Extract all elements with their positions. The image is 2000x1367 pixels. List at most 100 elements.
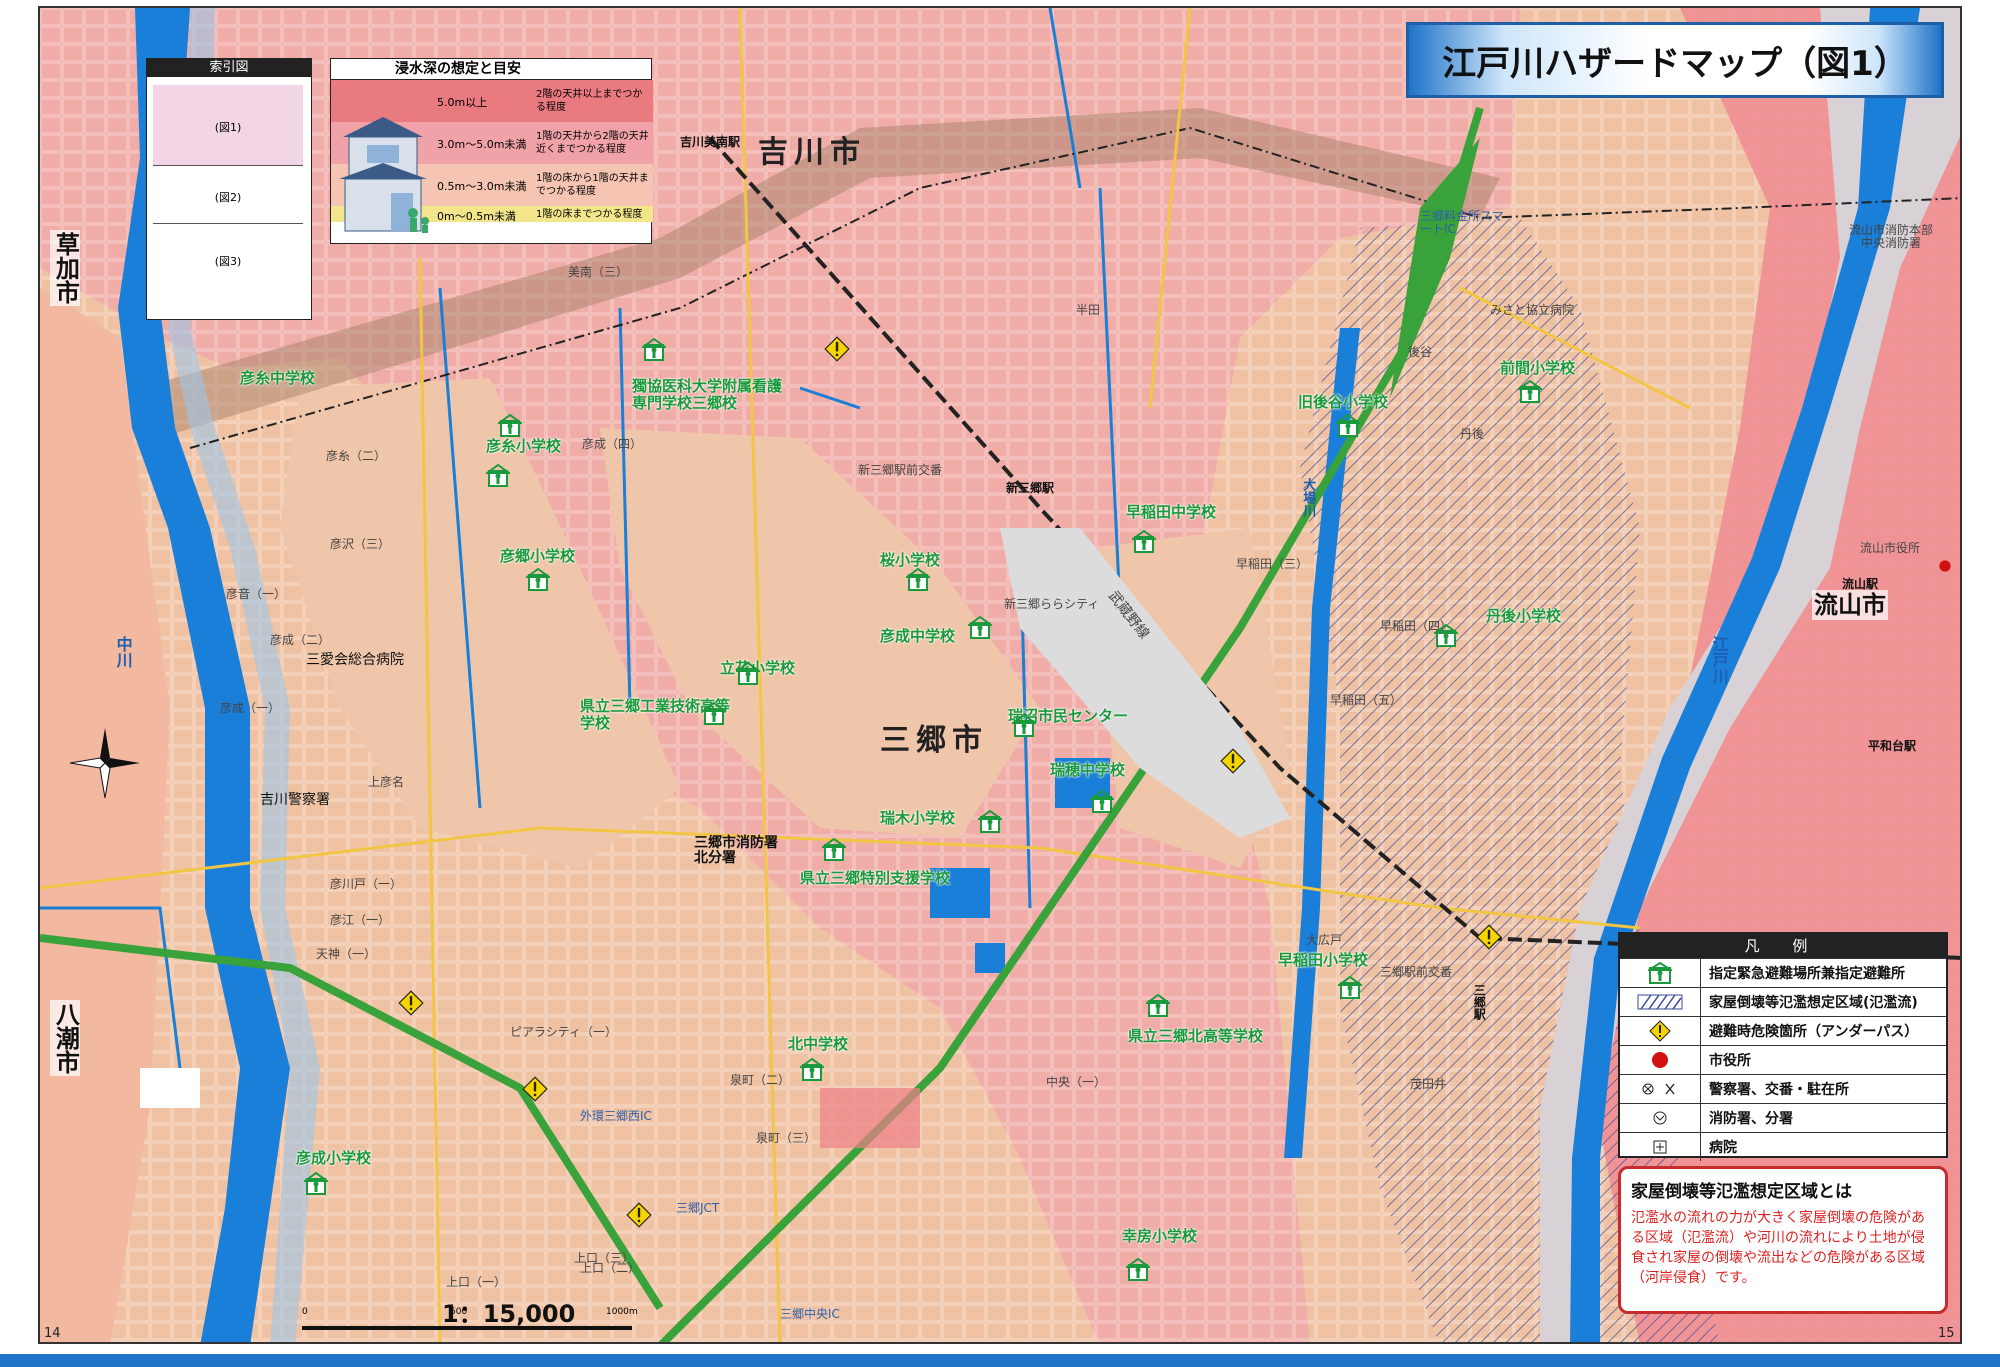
index-map[interactable]: 索引図 (図1) (図2) (図3)	[146, 58, 312, 320]
hatch-icon	[1620, 988, 1701, 1016]
misato-jct-label[interactable]: 三郷JCT	[676, 1201, 719, 1215]
town-label: 丹後	[1460, 427, 1485, 441]
index-cell-3[interactable]: (図3)	[153, 253, 303, 269]
town-label: 美南（三）	[568, 265, 629, 279]
school-label[interactable]: 彦郷小学校	[500, 548, 575, 565]
koban-shinmisato-label[interactable]: 新三郷駅前交番	[858, 463, 942, 477]
town-label: 彦江（一）	[330, 913, 391, 927]
town-label: 彦沢（三）	[330, 537, 391, 551]
town-label: 早稲田（三）	[1236, 557, 1309, 571]
shelter-icon[interactable]	[1123, 1257, 1153, 1286]
scale-bar	[302, 1326, 632, 1330]
warning-icon[interactable]	[626, 1202, 652, 1232]
shelter-icon[interactable]	[699, 701, 729, 730]
station-heiwadai[interactable]: 平和台駅	[1868, 739, 1916, 753]
scale-tick-500: 500	[450, 1307, 468, 1317]
depth-range: 0.5m～3.0m未満	[437, 180, 527, 193]
shelter-icon[interactable]	[483, 463, 513, 492]
town-label: 彦川戸（一）	[330, 877, 403, 891]
info-text: 氾濫水の流れの力が大きく家屋倒壊の危険がある区域（氾濫流）や河川の流れにより土地…	[1631, 1210, 1925, 1286]
warning-icon[interactable]	[1476, 924, 1502, 954]
school-label[interactable]: 幸房小学校	[1122, 1228, 1197, 1245]
nagareyama-city-hall-label[interactable]: 流山市役所	[1860, 541, 1920, 555]
school-label[interactable]: 早稲田中学校	[1126, 504, 1216, 521]
school-label[interactable]: 丹後小学校	[1486, 608, 1561, 625]
smart-ic-label[interactable]: 三郷料金所スマートIC	[1420, 209, 1510, 236]
shelter-icon[interactable]	[301, 1171, 331, 1200]
hospital-label[interactable]: 三愛会総合病院	[306, 652, 404, 668]
town-label: 新三郷ららシティ	[1004, 597, 1100, 611]
warning-icon[interactable]	[522, 1076, 548, 1106]
school-label[interactable]: 県立三郷北高等学校	[1128, 1028, 1263, 1045]
school-label[interactable]: 県立三郷特別支援学校	[800, 870, 950, 887]
school-label[interactable]: 彦糸小学校	[486, 438, 561, 455]
shelter-icon[interactable]	[1335, 975, 1365, 1004]
town-label: 天神（一）	[316, 947, 377, 961]
index-divider-2	[153, 223, 303, 224]
shelter-icon[interactable]	[1143, 993, 1173, 1022]
hazard-map-page: 吉川市 三郷市 流山市 草加市 八潮市 中川 江戸川 大場川 吉川美南駅 新三郷…	[0, 0, 2000, 1367]
index-cell-2[interactable]: (図2)	[153, 189, 303, 205]
warning-icon[interactable]	[398, 990, 424, 1020]
station-yoshikawa-minami[interactable]: 吉川美南駅	[680, 135, 740, 149]
shelter-icon[interactable]	[639, 337, 669, 366]
school-label[interactable]: 瑞穂中学校	[1050, 762, 1125, 779]
shelter-icon[interactable]	[903, 567, 933, 596]
pond-c	[975, 943, 1005, 973]
index-cell-1[interactable]: (図1)	[153, 119, 303, 135]
depth-range: 5.0m以上	[437, 96, 488, 109]
warning-icon[interactable]	[824, 336, 850, 366]
station-misato[interactable]: 三郷駅	[1472, 984, 1486, 1020]
bottom-bar	[0, 1354, 2000, 1367]
nagareyama-fire-hq-label[interactable]: 流山市消防本部 中央消防署	[1846, 223, 1936, 250]
town-label: 大広戸	[1306, 933, 1343, 947]
flood-depth-legend: 浸水深の想定と目安 5.0m以上 2階の天井以上までつかる程度 3.0m～5.0m未…	[330, 58, 653, 244]
school-label[interactable]: 前間小学校	[1500, 360, 1575, 377]
fire-station-label[interactable]: 三郷市消防署 北分署	[694, 835, 784, 867]
school-label[interactable]: 瑞木小学校	[880, 810, 955, 827]
school-label[interactable]: 旧後谷小学校	[1298, 394, 1388, 411]
ic-chuo-label[interactable]: 三郷中央IC	[780, 1307, 840, 1321]
edo-river-label: 江戸川	[1709, 636, 1729, 684]
school-label[interactable]: 獨協医科大学附属看護専門学校三郷校	[632, 378, 792, 411]
school-label[interactable]: 彦糸中学校	[240, 370, 315, 387]
station-shin-misato[interactable]: 新三郷駅	[1006, 481, 1054, 495]
station-nagareyama[interactable]: 流山駅	[1842, 577, 1878, 591]
flood-depth-title: 浸水深の想定と目安	[331, 59, 651, 80]
town-label: 上彦名	[368, 775, 405, 789]
shelter-icon[interactable]	[1431, 623, 1461, 652]
koban-misato-label[interactable]: 三郷駅前交番	[1380, 965, 1452, 979]
shelter-icon[interactable]	[1009, 713, 1039, 742]
shelter-icon[interactable]	[1515, 379, 1545, 408]
school-label[interactable]: 彦成中学校	[880, 628, 955, 645]
fire-station-icon	[1620, 1104, 1701, 1132]
legend-label: 避難時危険箇所（アンダーパス）	[1709, 1024, 1919, 1040]
city-label-misato: 三郷市	[880, 723, 988, 758]
shelter-icon[interactable]	[1333, 413, 1363, 442]
city-hall-icon[interactable]	[1938, 558, 1952, 577]
shelter-icon[interactable]	[965, 615, 995, 644]
school-label[interactable]: 北中学校	[788, 1036, 848, 1053]
town-label: 半田	[1076, 303, 1101, 317]
shelter-icon[interactable]	[1087, 789, 1117, 818]
misato-kyoritsu-hospital-label[interactable]: みさと協立病院	[1490, 303, 1574, 317]
school-label[interactable]: 早稲田小学校	[1278, 952, 1368, 969]
town-label: 彦成（四）	[582, 437, 643, 451]
warning-icon[interactable]	[1220, 748, 1246, 778]
school-label[interactable]: 彦成小学校	[296, 1150, 371, 1167]
shelter-icon[interactable]	[819, 837, 849, 866]
ic-misato-nishi-label[interactable]: 外環三郷西IC	[580, 1109, 652, 1123]
legend-row: 市役所	[1620, 1045, 1946, 1074]
page-title: 江戸川ハザードマップ（図1）	[1442, 43, 1908, 84]
town-label: 上口（二）	[580, 1261, 641, 1275]
shelter-icon[interactable]	[797, 1057, 827, 1086]
shelter-icon[interactable]	[523, 567, 553, 596]
depth-description: 1階の床までつかる程度	[536, 209, 643, 220]
depth-range: 0m～0.5m未満	[437, 210, 516, 223]
police-label[interactable]: 吉川警察署	[260, 792, 330, 808]
shelter-icon[interactable]	[975, 809, 1005, 838]
shelter-icon[interactable]	[733, 661, 763, 690]
shelter-icon[interactable]	[1129, 529, 1159, 558]
school-label[interactable]: 桜小学校	[880, 552, 940, 569]
legend-row: 病院	[1620, 1132, 1946, 1161]
